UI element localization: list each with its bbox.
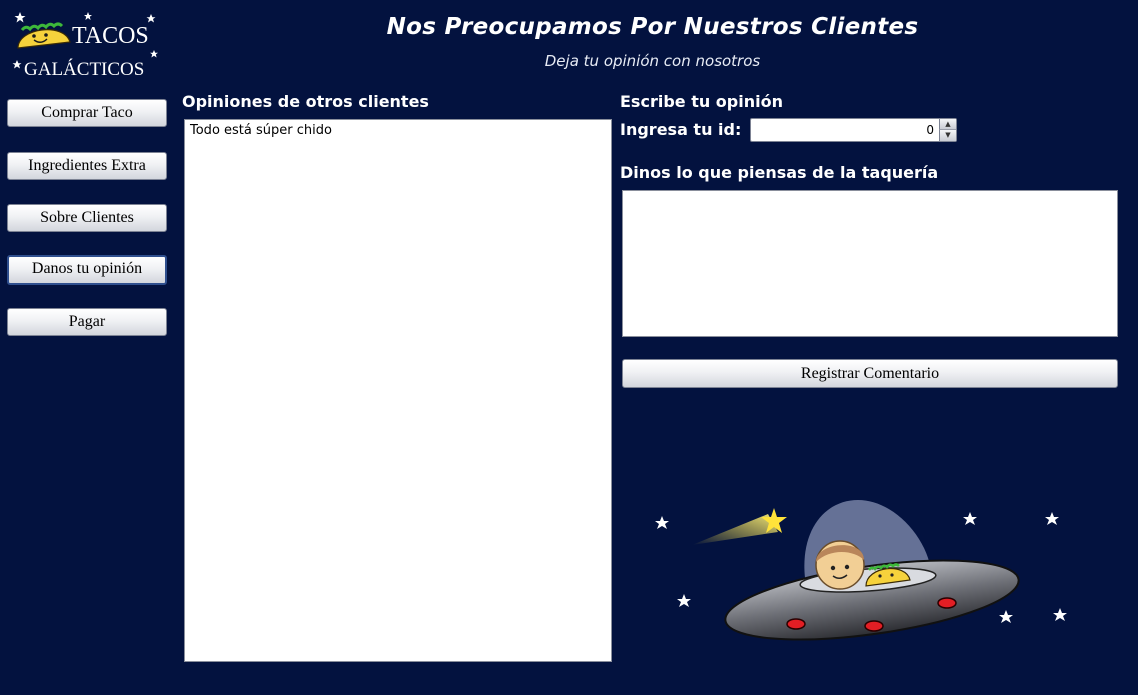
triangle-up-icon[interactable]: ▲ [939, 119, 956, 130]
logo-taco-icon [17, 22, 71, 49]
sidebar-item-comprar-taco[interactable]: Comprar Taco [7, 99, 167, 127]
comment-textarea[interactable] [622, 190, 1118, 337]
page-subtitle: Deja tu opinión con nosotros [544, 52, 761, 70]
id-spinner[interactable]: ▲ ▼ [750, 118, 957, 142]
triangle-down-icon[interactable]: ▼ [939, 130, 956, 141]
logo-line2: GALÁCTICOS [24, 58, 144, 80]
sidebar-item-sobre-clientes[interactable]: Sobre Clientes [7, 204, 167, 232]
register-comment-button[interactable]: Registrar Comentario [622, 359, 1118, 388]
id-input[interactable] [751, 119, 938, 141]
comment-label: Dinos lo que piensas de la taquería [620, 163, 939, 182]
sidebar-item-danos-tu-opinion[interactable]: Danos tu opinión [7, 255, 167, 285]
sidebar-item-ingredientes-extra[interactable]: Ingredientes Extra [7, 152, 167, 180]
sidebar-item-pagar[interactable]: Pagar [7, 308, 167, 336]
page-title: Nos Preocupamos Por Nuestros Clientes [386, 14, 919, 40]
form-heading: Escribe tu opinión [620, 92, 783, 111]
ufo-illustration [655, 500, 1067, 641]
list-item[interactable]: Todo está súper chido [190, 123, 606, 138]
id-label: Ingresa tu id: [620, 120, 742, 139]
opinions-list[interactable]: Todo está súper chido [184, 119, 612, 662]
tacos-galacticos-logo: TACOS GALÁCTICOS [12, 12, 158, 80]
logo-line1: TACOS [72, 23, 149, 49]
opinions-heading: Opiniones de otros clientes [182, 92, 429, 111]
